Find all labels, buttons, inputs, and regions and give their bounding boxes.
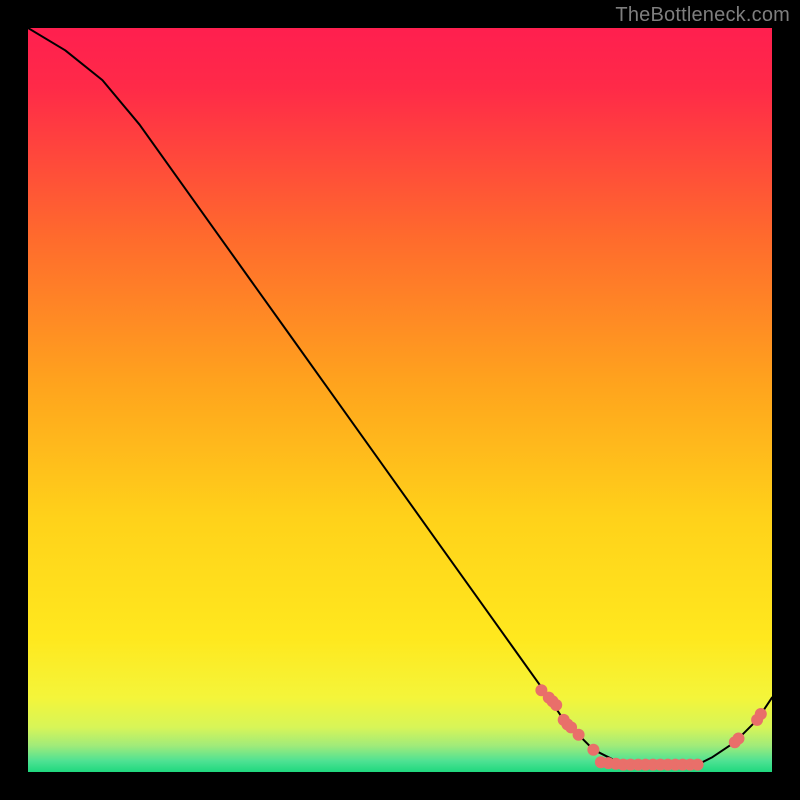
- chart-frame: TheBottleneck.com: [0, 0, 800, 800]
- marker-dot: [587, 744, 599, 756]
- marker-dot: [550, 699, 562, 711]
- marker-dot: [755, 708, 767, 720]
- chart-svg: [28, 28, 772, 772]
- marker-dot: [733, 733, 745, 745]
- marker-dot: [573, 729, 585, 741]
- gradient-bg: [28, 28, 772, 772]
- plot-area: [28, 28, 772, 772]
- watermark-text: TheBottleneck.com: [615, 4, 790, 27]
- marker-dot: [692, 759, 704, 771]
